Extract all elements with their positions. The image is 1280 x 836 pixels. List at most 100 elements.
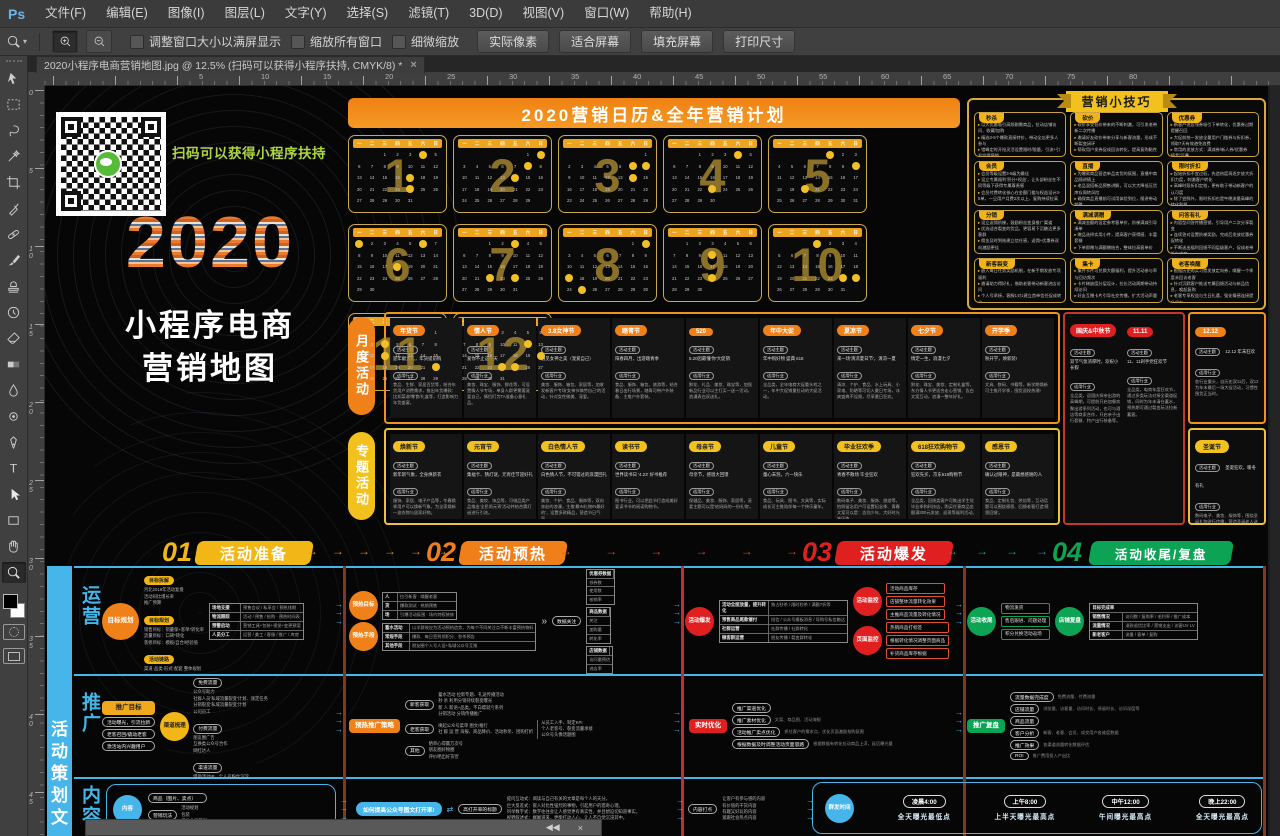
colx: 从员工入手、制定KPI个人老客号、裂变流量承接公众号头像话题图 xyxy=(537,720,593,739)
month-days: 1234567891011121314151617181920212223242… xyxy=(563,149,652,207)
checkbox-缩放所有窗口[interactable]: 缩放所有窗口 xyxy=(291,33,382,50)
checkbox-box[interactable] xyxy=(130,35,144,49)
i: 27 xyxy=(496,195,509,207)
menu-item[interactable]: 滤镜(T) xyxy=(398,6,459,20)
festival-pill: 圣诞节 xyxy=(1195,440,1229,453)
i: 15 xyxy=(483,261,496,273)
collapsed-panel-bar[interactable]: ◀◀ × xyxy=(85,819,602,836)
ruler-mark: 20 xyxy=(29,402,33,416)
i: 22 xyxy=(353,273,366,285)
document-tab[interactable]: 2020小程序电商营销地图.jpg @ 12.5% (扫码可以获得小程序扶持, … xyxy=(36,56,425,73)
brush-tool[interactable] xyxy=(2,250,26,271)
menu-item[interactable]: 视图(V) xyxy=(513,6,575,20)
foreground-color[interactable] xyxy=(3,594,18,609)
path-select-tool[interactable] xyxy=(2,484,26,505)
span: 一 xyxy=(672,230,677,236)
close-icon[interactable]: × xyxy=(578,823,583,833)
hand-tool[interactable] xyxy=(2,536,26,557)
marquee-tool[interactable] xyxy=(2,94,26,115)
shape-tool[interactable] xyxy=(2,510,26,531)
tab-close-icon[interactable]: × xyxy=(410,59,416,71)
content-box-3: 群发时间凌晨4:00全天曝光最低点上午8:00上半天曝光最高点中午12:00午间… xyxy=(812,782,1262,834)
i: 15 xyxy=(811,261,824,273)
hl: 18 xyxy=(391,261,404,273)
color-swatches[interactable] xyxy=(3,594,25,618)
blur-tool[interactable] xyxy=(2,380,26,401)
festival-pill: 踏青节 xyxy=(615,325,647,336)
eyedropper-tool[interactable] xyxy=(2,198,26,219)
b: ▸ xyxy=(1171,183,1173,188)
lasso-tool[interactable] xyxy=(2,120,26,141)
featured-1212-box: 12.12 活动主题 12.12 年末狂欢 适用行业 各行业重头，自历史双11后… xyxy=(1188,312,1266,424)
rewind-icon[interactable]: ◀◀ xyxy=(546,822,560,833)
span: 二 xyxy=(370,230,375,236)
i: 19 xyxy=(429,172,442,184)
clone-stamp-tool[interactable] xyxy=(2,276,26,297)
eraser-tool[interactable] xyxy=(2,328,26,349)
svg xyxy=(6,565,21,580)
menu-item[interactable]: 帮助(H) xyxy=(639,6,701,20)
crop-tool[interactable] xyxy=(2,172,26,193)
i: 23 xyxy=(693,273,706,285)
i: 5 xyxy=(391,339,404,351)
span: 日 xyxy=(748,141,753,147)
zoom-in-toggle[interactable] xyxy=(52,30,78,53)
i: 0 xyxy=(29,409,33,416)
menu-item[interactable]: 选择(S) xyxy=(337,6,399,20)
i: 12 xyxy=(601,172,614,184)
pen-tool[interactable] xyxy=(2,432,26,453)
quick-mask-button[interactable] xyxy=(3,624,25,640)
button-填充屏幕[interactable]: 填充屏幕 xyxy=(641,30,713,53)
map-pill: 店铺流量 xyxy=(1010,704,1039,714)
move-tool[interactable] xyxy=(2,68,26,89)
history-brush-tool[interactable] xyxy=(2,302,26,323)
button-实际像素[interactable]: 实际像素 xyxy=(477,30,549,53)
menu-item[interactable]: 文字(Y) xyxy=(275,6,337,20)
zoom-out-toggle[interactable] xyxy=(86,30,112,53)
i xyxy=(471,238,484,250)
healing-brush-tool[interactable] xyxy=(2,224,26,245)
checkbox-调整窗口大小以满屏显示[interactable]: 调整窗口大小以满屏显示 xyxy=(130,33,281,50)
menu-item[interactable]: 3D(D) xyxy=(459,6,512,20)
b: ▸ xyxy=(978,281,980,286)
palette-grip[interactable] xyxy=(6,60,22,62)
i: 29 xyxy=(693,195,706,207)
span: ⇄ xyxy=(447,805,454,814)
i: 2 xyxy=(391,149,404,161)
map-line: 借助活动IP，个人号粉丝沉淀 xyxy=(193,774,268,780)
map-node: 预热推广策略 xyxy=(349,719,400,733)
button-打印尺寸[interactable]: 打印尺寸 xyxy=(723,30,795,53)
map-node: 页面监控 xyxy=(853,626,882,655)
dodge-tool[interactable] xyxy=(2,406,26,427)
tc: 以羊群效应为活动预热造势，为每个不同关注点不断丰富预热物料 xyxy=(410,624,535,632)
tip-line: ▸个人号承接，客服1对1建立首单信任促成转化 xyxy=(978,293,1062,303)
month-weekdays: 一二三四五六日 xyxy=(458,139,547,148)
tc: 独占秒杀 / 限时秒杀 / 满额7折等 xyxy=(769,601,833,615)
checkbox-box[interactable] xyxy=(291,35,305,49)
i: 13 xyxy=(353,172,366,184)
tagpill: 活动主题 xyxy=(1070,349,1095,357)
type-tool[interactable]: T xyxy=(2,458,26,479)
i: 3 xyxy=(849,149,862,161)
i: 26 xyxy=(588,284,601,296)
menu-item[interactable]: 文件(F) xyxy=(35,6,96,20)
button-适合屏幕[interactable]: 适合屏幕 xyxy=(559,30,631,53)
screen-mode-button[interactable] xyxy=(3,648,25,664)
i: 30 xyxy=(693,284,706,296)
zoom-tool[interactable] xyxy=(2,562,26,583)
menu-item[interactable]: 窗口(W) xyxy=(574,6,639,20)
trow: 核销率 xyxy=(587,596,614,604)
gradient-tool[interactable] xyxy=(2,354,26,375)
i: 22 xyxy=(811,273,824,285)
zoom-tool-icon[interactable]: ▾ xyxy=(6,34,27,49)
magic-wand-tool[interactable] xyxy=(2,146,26,167)
menu-item[interactable]: 编辑(E) xyxy=(96,6,158,20)
span: 一 xyxy=(777,141,782,147)
span: 活动收尾/复盘 xyxy=(1115,544,1207,563)
menu-item[interactable]: 图层(L) xyxy=(215,6,275,20)
span: 三 xyxy=(593,230,598,236)
menu-item[interactable]: 图像(I) xyxy=(158,6,215,20)
checkbox-细微缩放[interactable]: 细微缩放 xyxy=(392,33,459,50)
checkbox-box[interactable] xyxy=(392,35,406,49)
th: 场 xyxy=(383,611,398,619)
